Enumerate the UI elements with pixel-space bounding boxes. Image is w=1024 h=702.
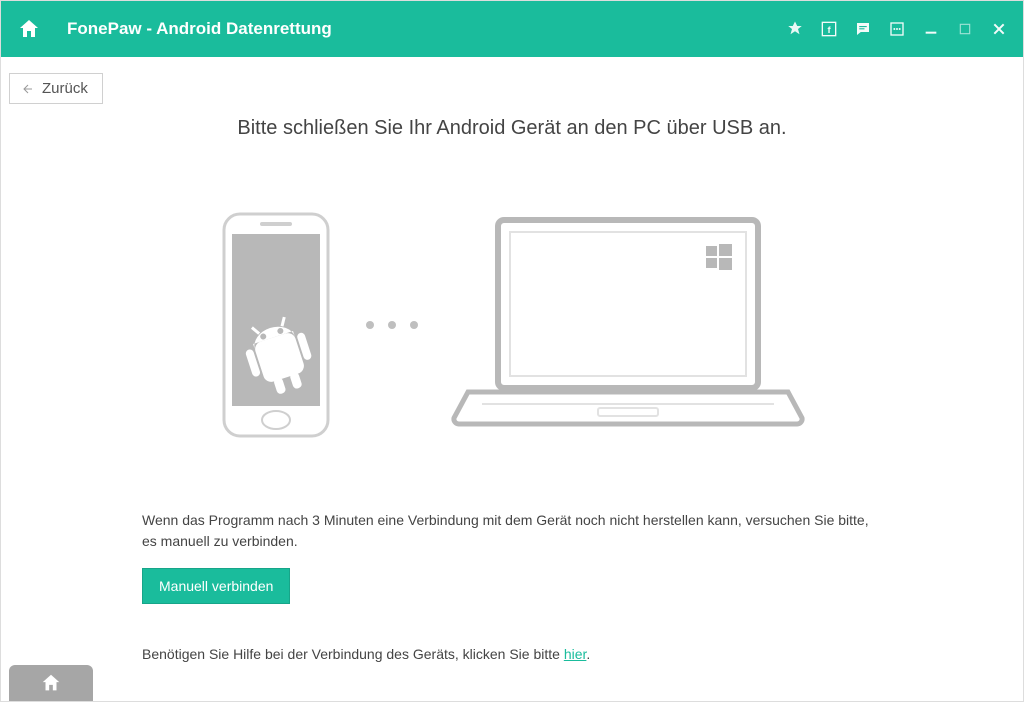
titlebar: FonePaw - Android Datenrettung f bbox=[1, 1, 1023, 57]
help-prefix: Benötigen Sie Hilfe bei der Verbindung d… bbox=[142, 646, 564, 662]
home-button[interactable] bbox=[15, 15, 43, 43]
svg-text:f: f bbox=[827, 25, 831, 35]
facebook-icon[interactable]: f bbox=[819, 19, 839, 39]
help-suffix: . bbox=[586, 646, 590, 662]
page-headline: Bitte schließen Sie Ihr Android Gerät an… bbox=[1, 117, 1023, 140]
connection-dots-icon bbox=[366, 321, 418, 329]
app-title: FonePaw - Android Datenrettung bbox=[67, 19, 785, 39]
instruction-text: Wenn das Programm nach 3 Minuten eine Ve… bbox=[142, 510, 882, 552]
feedback-icon[interactable] bbox=[853, 19, 873, 39]
laptop-icon bbox=[448, 210, 808, 440]
maximize-button[interactable] bbox=[955, 19, 975, 39]
help-line: Benötigen Sie Hilfe bei der Verbindung d… bbox=[142, 644, 882, 665]
back-label: Zurück bbox=[42, 80, 88, 97]
footer-home-tab[interactable] bbox=[9, 665, 93, 701]
help-link[interactable]: hier bbox=[564, 646, 587, 662]
manual-connect-button[interactable]: Manuell verbinden bbox=[142, 568, 290, 604]
premium-icon[interactable] bbox=[785, 19, 805, 39]
back-button[interactable]: Zurück bbox=[9, 73, 103, 104]
connection-illustration bbox=[1, 210, 1023, 440]
description-block: Wenn das Programm nach 3 Minuten eine Ve… bbox=[142, 510, 882, 665]
home-icon bbox=[17, 17, 41, 41]
minimize-button[interactable] bbox=[921, 19, 941, 39]
menu-icon[interactable] bbox=[887, 19, 907, 39]
main-content: Bitte schließen Sie Ihr Android Gerät an… bbox=[1, 57, 1023, 665]
arrow-left-icon bbox=[20, 83, 34, 95]
window-controls: f bbox=[785, 19, 1009, 39]
close-button[interactable] bbox=[989, 19, 1009, 39]
home-icon bbox=[40, 672, 62, 694]
phone-icon bbox=[216, 210, 336, 440]
